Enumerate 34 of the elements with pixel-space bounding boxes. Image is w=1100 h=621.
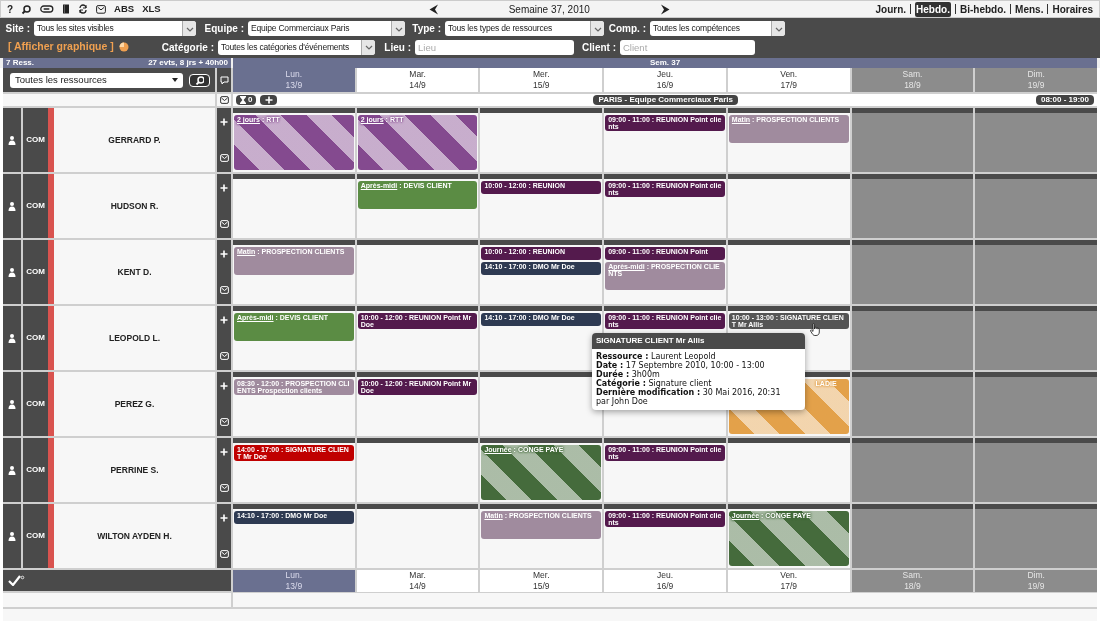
hours-badge: 08:00 - 19:00 <box>1035 95 1094 105</box>
resource-name: LEOPOLD L. <box>108 331 161 345</box>
filter-label: Catégorie : <box>160 40 214 55</box>
group-label: COM <box>23 438 48 502</box>
team-badge: PARIS - Equipe Commerciaux Paris <box>593 95 738 105</box>
tooltip-line: Ressource : Laurent Leopold <box>596 352 716 361</box>
week-title: Semaine 37, 2010 <box>508 2 590 17</box>
group-label: COM <box>23 372 48 436</box>
filter-label: Comp. : <box>608 22 646 37</box>
tooltip-line: Date : 17 Septembre 2010, 10:00 - 13:00 <box>596 361 766 370</box>
filter-label: Equipe : <box>203 22 244 37</box>
resource-name: PEREZ G. <box>113 397 156 411</box>
resource-name: KENT D. <box>116 265 153 279</box>
filter-label: Site : <box>4 22 30 37</box>
filter-label: Lieu : <box>383 40 411 55</box>
resource-name: WILTON AYDEN H. <box>96 529 173 543</box>
tooltip-line: Catégorie : Signature client <box>596 379 712 388</box>
filter-label: Type : <box>411 22 441 37</box>
resource-name: GERRARD P. <box>107 133 162 147</box>
tooltip-line: Durée : 3h00m <box>596 370 660 379</box>
group-label: COM <box>23 306 48 370</box>
resource-name: HUDSON R. <box>109 199 160 213</box>
tooltip-title: SIGNATURE CLIENT Mr Allis <box>592 333 805 349</box>
group-label: COM <box>23 240 48 304</box>
tooltip-line: par John Doe <box>596 397 649 406</box>
group-label: COM <box>23 504 48 568</box>
group-label: COM <box>23 174 48 238</box>
resource-count: 7 Ress. <box>6 59 35 67</box>
group-label: COM <box>23 108 48 172</box>
tooltip-line: Dernière modification : 30 Mai 2016, 20:31 <box>596 388 782 397</box>
week-number: Sem. 37 <box>649 59 681 67</box>
resource-name: PERRINE S. <box>109 463 160 477</box>
filter-label: Client : <box>581 40 616 55</box>
event-totals: 27 evts, 8 jrs + 40h00 <box>148 59 228 67</box>
